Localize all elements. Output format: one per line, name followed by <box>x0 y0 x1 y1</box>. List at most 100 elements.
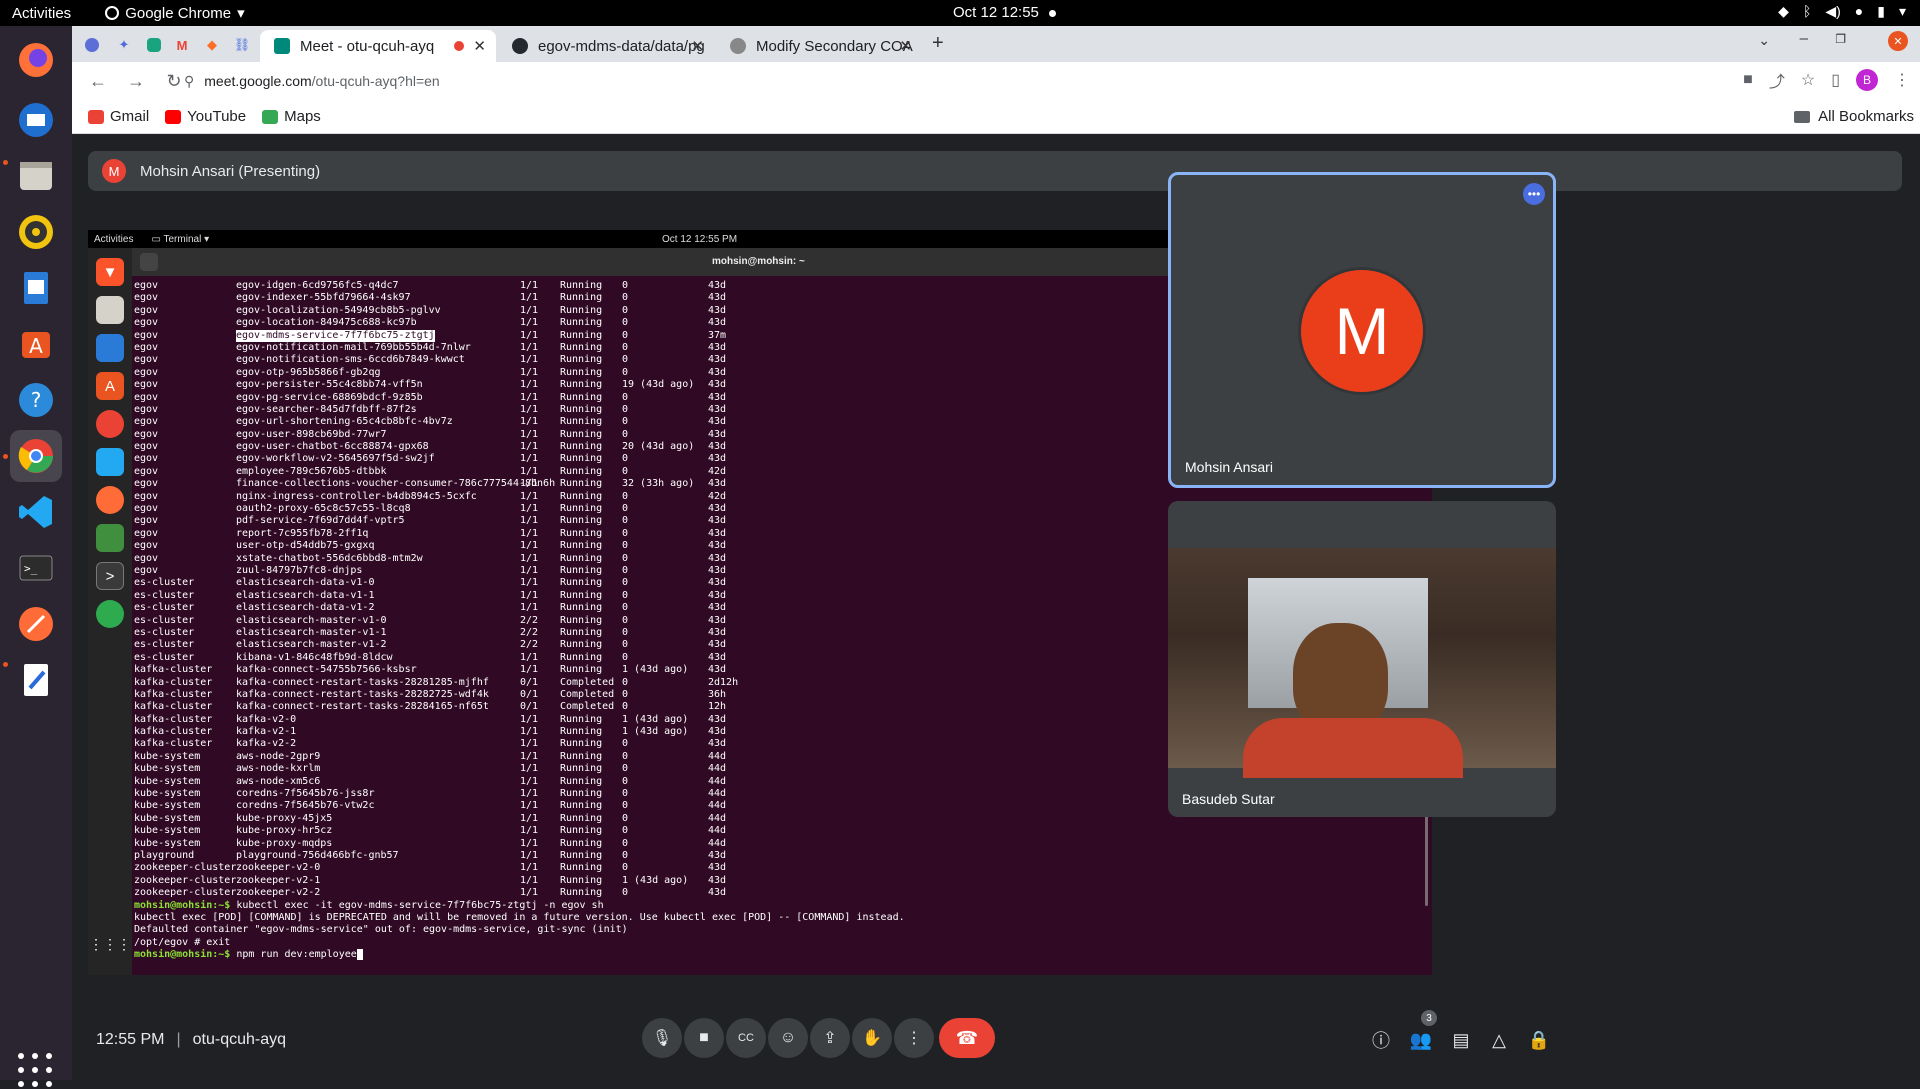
minimize-button[interactable]: – <box>1800 30 1808 47</box>
url-path: /otu-qcuh-ayq?hl=en <box>311 73 440 89</box>
tab-meet[interactable]: Meet - otu-qcuh-ayq ✕ <box>260 30 496 62</box>
pod-cell: 0/1 <box>520 701 539 713</box>
bookmark-gmail[interactable]: Gmail <box>88 108 149 125</box>
clock-text: Oct 12 12:55 <box>953 4 1039 21</box>
shared-activities: Activities <box>94 233 134 245</box>
close-icon[interactable]: ✕ <box>691 37 704 55</box>
text-editor-icon[interactable] <box>10 654 62 706</box>
activities-button[interactable]: △ <box>1486 1027 1512 1053</box>
pod-cell: 1/1 <box>520 552 539 564</box>
address-bar[interactable]: ⚲ meet.google.com/otu-qcuh-ayq?hl=en <box>184 66 1744 96</box>
software-center-icon[interactable]: A <box>10 318 62 370</box>
recording-indicator-icon <box>1048 9 1056 17</box>
pinned-tab-chatgpt-icon[interactable] <box>140 32 168 58</box>
pod-cell: 44d <box>708 825 727 837</box>
camera-button[interactable]: ■ <box>684 1018 724 1058</box>
present-button[interactable]: ⇪ <box>810 1018 850 1058</box>
tab-modify-coa[interactable]: Modify Secondary COA ✕ <box>716 30 922 62</box>
bookmark-maps[interactable]: Maps <box>262 108 321 125</box>
leave-call-button[interactable]: ☎ <box>939 1018 995 1058</box>
all-bookmarks-button[interactable]: All Bookmarks <box>1794 108 1914 125</box>
more-options-icon[interactable]: ••• <box>1523 183 1545 205</box>
system-clock[interactable]: Oct 12 12:55 <box>953 4 1056 21</box>
captions-button[interactable]: CC <box>726 1018 766 1058</box>
camera-in-use-icon[interactable]: ■ <box>1743 71 1753 89</box>
pod-cell: 0 <box>622 775 629 787</box>
google-chrome-icon[interactable] <box>10 430 62 482</box>
pod-cell: 0 <box>622 304 629 316</box>
pod-cell: es-cluster <box>134 602 195 614</box>
pod-cell: 43d <box>708 540 727 552</box>
side-panel-icon[interactable]: ▯ <box>1831 70 1840 90</box>
participant-tile-basudeb[interactable]: Basudeb Sutar <box>1168 501 1556 817</box>
system-tray[interactable]: ◆ ᛒ ◀) ● ▮ ▾ <box>1778 3 1906 20</box>
window-close-button[interactable]: ✕ <box>1888 31 1908 51</box>
tab-search-chevron-icon[interactable]: ⌄ <box>1758 32 1770 49</box>
bookmark-star-icon[interactable]: ☆ <box>1801 70 1815 90</box>
pod-cell: aws-node-xm5c6 <box>236 775 321 787</box>
reload-icon[interactable]: ↻ <box>162 71 186 92</box>
pod-row: playground playground-756d466bfc-gnb57 1/1… <box>134 850 1432 862</box>
vscode-icon[interactable] <box>10 486 62 538</box>
tab-meet-label: Meet - otu-qcuh-ayq <box>300 37 435 55</box>
libreoffice-writer-icon[interactable] <box>10 262 62 314</box>
pod-cell: zookeeper-cluster <box>134 874 237 886</box>
pinned-tab-gmail-icon[interactable]: M <box>168 32 196 58</box>
kebab-menu-icon[interactable]: ⋮ <box>1894 70 1910 90</box>
pod-cell: 43d <box>708 416 727 428</box>
pod-cell: 1/1 <box>520 379 539 391</box>
reactions-button[interactable]: ☺ <box>768 1018 808 1058</box>
rhythmbox-icon[interactable] <box>10 206 62 258</box>
prompt: mohsin@mohsin:~$ <box>134 899 231 911</box>
files-icon[interactable] <box>10 150 62 202</box>
participant-name: Mohsin Ansari <box>1185 459 1273 475</box>
help-icon[interactable]: ? <box>10 374 62 426</box>
microphone-button[interactable]: 🎙 <box>642 1018 682 1058</box>
raise-hand-button[interactable]: ✋ <box>852 1018 892 1058</box>
pinned-tab-gemini-icon[interactable]: ✦ <box>110 32 138 58</box>
show-applications-icon[interactable] <box>18 1053 54 1089</box>
participant-tile-mohsin[interactable]: M ••• Mohsin Ansari <box>1168 172 1556 488</box>
pod-cell: 1/1 <box>520 577 539 589</box>
forward-arrow-icon[interactable]: → <box>124 71 148 92</box>
pod-cell: 43d <box>708 626 727 638</box>
thunderbird-icon[interactable] <box>10 94 62 146</box>
tab-github[interactable]: egov-mdms-data/data/pg ✕ <box>498 30 714 62</box>
close-icon[interactable]: ✕ <box>899 37 912 55</box>
pod-cell: 43d <box>708 552 727 564</box>
terminal-icon[interactable]: >_ <box>10 542 62 594</box>
meeting-details-button[interactable]: ⓘ <box>1368 1027 1394 1053</box>
site-info-icon[interactable]: ⚲ <box>184 73 194 90</box>
wifi-icon: ◆ <box>1778 3 1789 19</box>
pod-cell: Running <box>560 738 603 750</box>
more-options-button[interactable]: ⋮ <box>894 1018 934 1058</box>
running-indicator <box>3 160 8 165</box>
pod-cell: 43d <box>708 874 727 886</box>
pod-cell: 43d <box>708 651 727 663</box>
pod-cell: zookeeper-v2-0 <box>236 862 321 874</box>
pod-cell: egov <box>134 552 159 564</box>
people-button[interactable]: 👥 <box>1408 1027 1434 1053</box>
back-arrow-icon[interactable]: ← <box>86 71 110 92</box>
pod-cell: kafka-connect-restart-tasks-28281285-mjf… <box>236 676 489 688</box>
pinned-tab-link-icon[interactable]: ⛓ <box>228 32 256 58</box>
activities-button[interactable]: Activities <box>12 5 71 22</box>
chevron-down-icon: ▾ <box>237 5 245 22</box>
new-tab-button[interactable]: + <box>932 32 944 55</box>
pod-cell: Completed <box>560 676 615 688</box>
firefox-icon[interactable] <box>10 34 62 86</box>
app-menu[interactable]: Google Chrome ▾ <box>105 4 245 22</box>
pod-cell: 44d <box>708 837 727 849</box>
pinned-tab-gitlab-icon[interactable]: ◆ <box>198 32 226 58</box>
chat-button[interactable]: ▤ <box>1448 1027 1474 1053</box>
share-icon[interactable]: ⤴ <box>1769 68 1785 92</box>
host-controls-button[interactable]: 🔒 <box>1526 1027 1552 1053</box>
pod-cell: 0 <box>622 862 629 874</box>
pinned-tab-chat-icon[interactable] <box>78 32 106 58</box>
close-icon[interactable]: ✕ <box>473 37 486 55</box>
bookmark-youtube[interactable]: YouTube <box>165 108 246 125</box>
restore-button[interactable]: ❐ <box>1835 32 1846 46</box>
pod-cell: 44d <box>708 775 727 787</box>
profile-avatar[interactable]: B <box>1856 69 1878 91</box>
postman-icon[interactable] <box>10 598 62 650</box>
